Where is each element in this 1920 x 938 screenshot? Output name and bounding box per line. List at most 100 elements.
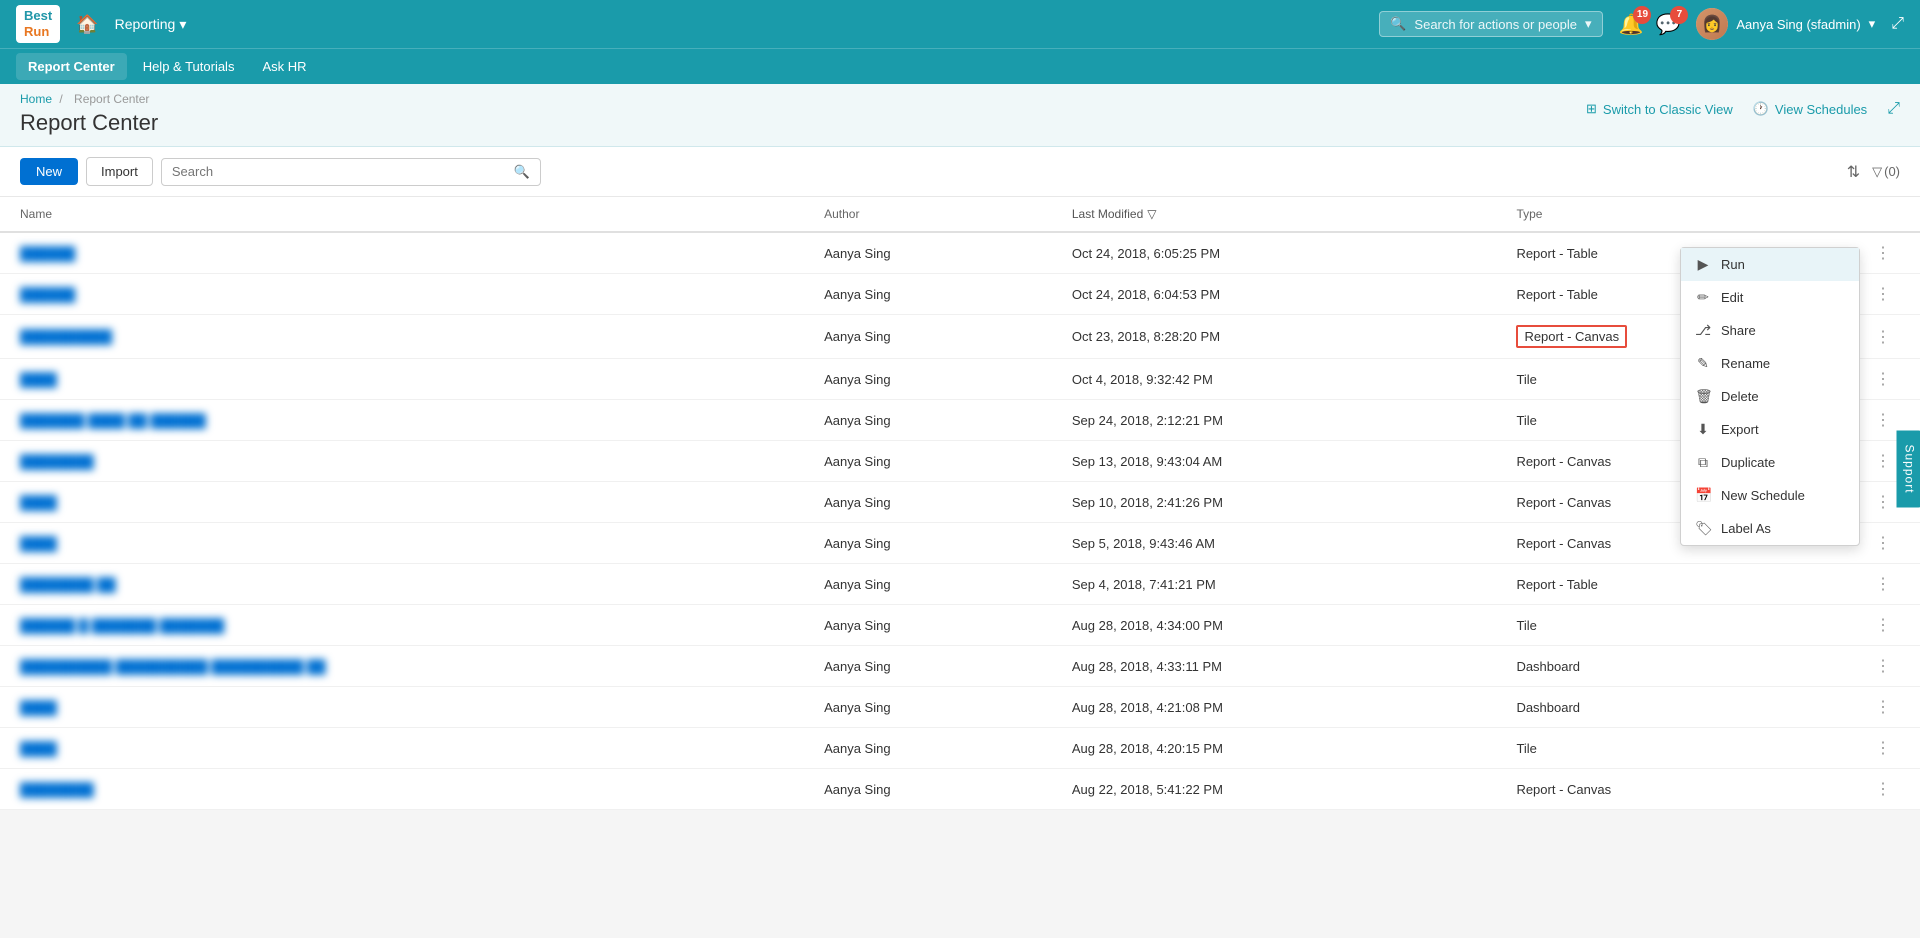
cell-author: Aanya Sing bbox=[804, 564, 1052, 605]
col-author[interactable]: Author bbox=[804, 197, 1052, 232]
breadcrumb-current: Report Center bbox=[74, 92, 149, 106]
home-button[interactable]: 🏠 bbox=[76, 14, 98, 35]
cell-author: Aanya Sing bbox=[804, 482, 1052, 523]
report-name-link[interactable]: ████████ bbox=[20, 454, 94, 469]
context-menu-item-duplicate[interactable]: ⧉Duplicate bbox=[1681, 446, 1859, 479]
cell-type: Tile bbox=[1496, 605, 1847, 646]
cell-author: Aanya Sing bbox=[804, 359, 1052, 400]
context-menu-item-export[interactable]: ⬇Export bbox=[1681, 413, 1859, 446]
row-actions-button[interactable]: ⋮ bbox=[1867, 613, 1900, 638]
user-chevron: ▾ bbox=[1869, 16, 1876, 32]
type-badge: Report - Canvas bbox=[1516, 325, 1627, 348]
cell-actions: ⋮ bbox=[1847, 769, 1920, 810]
global-search[interactable]: 🔍 Search for actions or people ▾ bbox=[1379, 11, 1602, 37]
logo-best: Best bbox=[24, 8, 52, 24]
logo-area[interactable]: Best Run bbox=[16, 5, 60, 42]
report-name-link[interactable]: ████ bbox=[20, 536, 57, 551]
breadcrumb-home[interactable]: Home bbox=[20, 92, 52, 106]
report-name-link[interactable]: ████ bbox=[20, 372, 57, 387]
context-menu-item-label-as[interactable]: 🏷Label As bbox=[1681, 512, 1859, 545]
nav-help-tutorials[interactable]: Help & Tutorials bbox=[131, 53, 247, 80]
cell-name: ████ bbox=[0, 359, 804, 400]
import-button[interactable]: Import bbox=[86, 157, 153, 186]
row-actions-button[interactable]: ⋮ bbox=[1867, 449, 1900, 474]
row-actions-button[interactable]: ⋮ bbox=[1867, 695, 1900, 720]
cell-modified: Aug 28, 2018, 4:20:15 PM bbox=[1052, 728, 1497, 769]
cell-type: Report - Table bbox=[1496, 564, 1847, 605]
report-name-link[interactable]: ████ bbox=[20, 741, 57, 756]
module-nav[interactable]: Reporting ▾ bbox=[115, 16, 187, 33]
cell-type: Report - Canvas bbox=[1496, 769, 1847, 810]
support-tab[interactable]: Support bbox=[1896, 430, 1920, 507]
view-schedules-link[interactable]: 🕐 View Schedules bbox=[1753, 101, 1867, 117]
cell-modified: Aug 28, 2018, 4:21:08 PM bbox=[1052, 687, 1497, 728]
table-row: ██████Aanya SingOct 24, 2018, 6:04:53 PM… bbox=[0, 274, 1920, 315]
row-actions-button[interactable]: ⋮ bbox=[1867, 241, 1900, 266]
chat-notification[interactable]: 💬 7 bbox=[1655, 12, 1680, 37]
report-name-link[interactable]: ██████ bbox=[20, 287, 75, 302]
cell-modified: Sep 24, 2018, 2:12:21 PM bbox=[1052, 400, 1497, 441]
nav-ask-hr[interactable]: Ask HR bbox=[250, 53, 318, 80]
col-name[interactable]: Name bbox=[0, 197, 804, 232]
report-name-link[interactable]: ██████████ bbox=[20, 329, 112, 344]
context-menu-item-new-schedule[interactable]: 📅New Schedule bbox=[1681, 479, 1859, 512]
cell-author: Aanya Sing bbox=[804, 523, 1052, 564]
report-name-link[interactable]: ████ bbox=[20, 495, 57, 510]
cell-modified: Aug 28, 2018, 4:34:00 PM bbox=[1052, 605, 1497, 646]
cell-modified: Sep 4, 2018, 7:41:21 PM bbox=[1052, 564, 1497, 605]
switch-classic-link[interactable]: ⊞ Switch to Classic View bbox=[1586, 101, 1733, 117]
row-actions-button[interactable]: ⋮ bbox=[1867, 367, 1900, 392]
expand-icon[interactable]: ⤢ bbox=[1891, 15, 1904, 33]
menu-item-icon: ✏ bbox=[1695, 289, 1711, 306]
row-actions-button[interactable]: ⋮ bbox=[1867, 408, 1900, 433]
bell-notification[interactable]: 🔔 19 bbox=[1619, 12, 1644, 37]
row-actions-button[interactable]: ⋮ bbox=[1867, 325, 1900, 350]
filter-count: (0) bbox=[1884, 164, 1900, 179]
cell-modified: Sep 5, 2018, 9:43:46 AM bbox=[1052, 523, 1497, 564]
col-modified[interactable]: Last Modified ▽ bbox=[1052, 197, 1497, 232]
row-actions-button[interactable]: ⋮ bbox=[1867, 282, 1900, 307]
report-name-link[interactable]: ████████ ██ bbox=[20, 577, 116, 592]
user-name: Aanya Sing (sfadmin) bbox=[1736, 17, 1860, 32]
row-actions-button[interactable]: ⋮ bbox=[1867, 572, 1900, 597]
row-actions-button[interactable]: ⋮ bbox=[1867, 531, 1900, 556]
expand-page-icon[interactable]: ⤢ bbox=[1887, 100, 1900, 118]
row-actions-button[interactable]: ⋮ bbox=[1867, 736, 1900, 761]
nav-report-center[interactable]: Report Center bbox=[16, 53, 127, 80]
context-menu-item-edit[interactable]: ✏ Edit bbox=[1681, 281, 1859, 314]
cell-author: Aanya Sing bbox=[804, 728, 1052, 769]
context-menu-item-delete[interactable]: 🗑Delete bbox=[1681, 380, 1859, 413]
search-input[interactable] bbox=[172, 164, 508, 179]
new-button[interactable]: New bbox=[20, 158, 78, 185]
module-label: Reporting bbox=[115, 16, 176, 32]
user-menu[interactable]: 👩 Aanya Sing (sfadmin) ▾ bbox=[1696, 8, 1875, 40]
page-title: Report Center bbox=[20, 110, 158, 136]
menu-item-label: Edit bbox=[1721, 290, 1743, 305]
search-input-wrap[interactable]: 🔍 bbox=[161, 158, 541, 186]
report-name-link[interactable]: ███████ ████ ██ ██████ bbox=[20, 413, 206, 428]
cell-type: Dashboard bbox=[1496, 687, 1847, 728]
cell-modified: Oct 24, 2018, 6:05:25 PM bbox=[1052, 232, 1497, 274]
context-menu-item-run[interactable]: ▶Run bbox=[1681, 248, 1859, 281]
row-actions-button[interactable]: ⋮ bbox=[1867, 490, 1900, 515]
report-name-link[interactable]: ██████████ ██████████ ██████████ ██ bbox=[20, 659, 326, 674]
menu-item-label: New Schedule bbox=[1721, 488, 1805, 503]
row-actions-button[interactable]: ⋮ bbox=[1867, 777, 1900, 802]
report-name-link[interactable]: ████ bbox=[20, 700, 57, 715]
table-row: ██████████ ██████████ ██████████ ██Aanya… bbox=[0, 646, 1920, 687]
sort-icon[interactable]: ⇅ bbox=[1843, 158, 1864, 186]
table-row: ████████Aanya SingSep 13, 2018, 9:43:04 … bbox=[0, 441, 1920, 482]
report-name-link[interactable]: ██████ █ ███████ ███████ bbox=[20, 618, 224, 633]
filter-area[interactable]: ▽ (0) bbox=[1872, 164, 1900, 180]
row-actions-button[interactable]: ⋮ bbox=[1867, 654, 1900, 679]
context-menu-item-share[interactable]: ⎇Share bbox=[1681, 314, 1859, 347]
report-name-link[interactable]: ██████ bbox=[20, 246, 75, 261]
cell-author: Aanya Sing bbox=[804, 232, 1052, 274]
modified-sort[interactable]: Last Modified ▽ bbox=[1072, 207, 1157, 221]
table-row: ████Aanya SingAug 28, 2018, 4:21:08 PMDa… bbox=[0, 687, 1920, 728]
menu-item-label: Duplicate bbox=[1721, 455, 1775, 470]
context-menu-item-rename[interactable]: ✎Rename bbox=[1681, 347, 1859, 380]
report-name-link[interactable]: ████████ bbox=[20, 782, 94, 797]
nav-right: 🔍 Search for actions or people ▾ 🔔 19 💬 … bbox=[1379, 8, 1904, 40]
col-type[interactable]: Type bbox=[1496, 197, 1847, 232]
